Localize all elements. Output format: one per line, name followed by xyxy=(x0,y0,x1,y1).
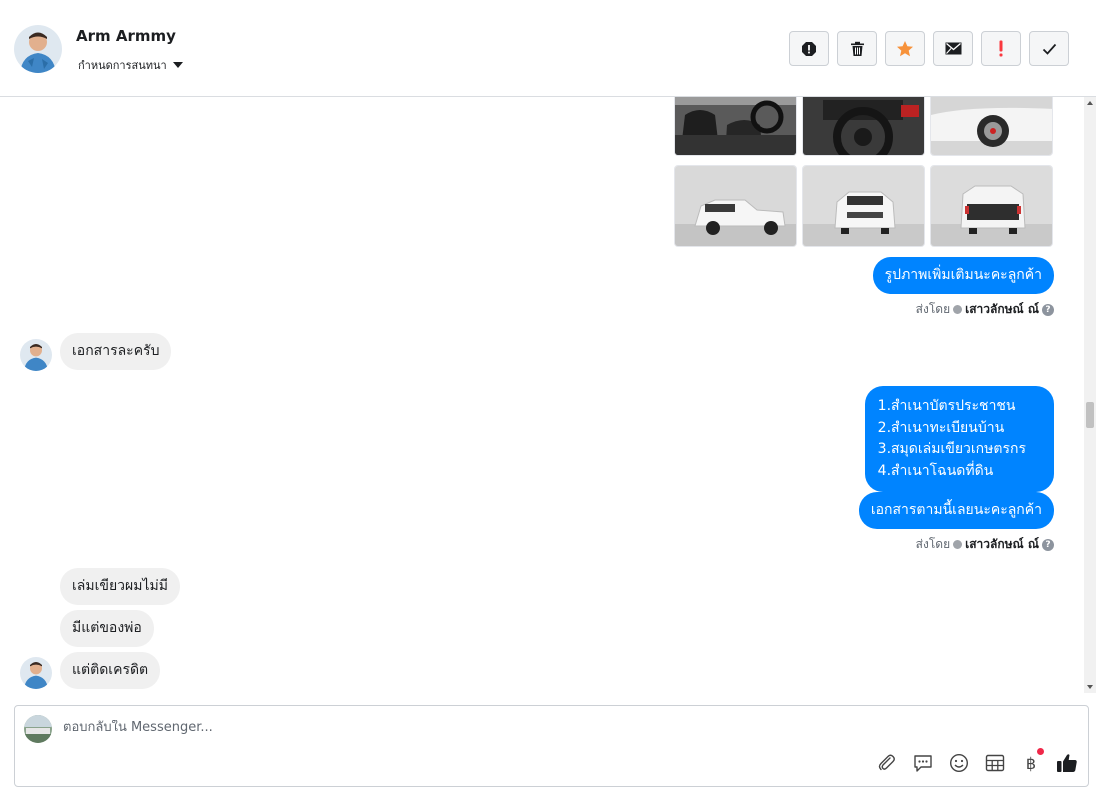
sent-by-info: ส่งโดย เสาวลักษณ์ ณ์ ? xyxy=(916,300,1054,319)
sent-by-label: ส่งโดย xyxy=(915,302,951,316)
star-button[interactable] xyxy=(885,31,925,66)
message-incoming[interactable]: เล่มเขียวผมไม่มี xyxy=(60,568,180,605)
check-icon xyxy=(1042,43,1056,55)
photo-interior-front-seats[interactable] xyxy=(674,97,797,156)
saved-reply-button[interactable] xyxy=(912,752,934,774)
star-icon xyxy=(897,40,913,56)
sent-by-agent[interactable]: เสาวลักษณ์ ณ์ xyxy=(965,300,1039,319)
help-icon[interactable]: ? xyxy=(1042,538,1054,551)
notification-dot xyxy=(1037,748,1044,755)
baht-icon: ฿ xyxy=(1025,753,1037,773)
contact-name[interactable]: Arm Armmy xyxy=(76,27,176,45)
message-outgoing-document-list[interactable]: 1.สำเนาบัตรประชาชน 2.สำเนาทะเบียนบ้าน 3.… xyxy=(864,386,1054,492)
reply-composer: ฿ xyxy=(14,705,1089,787)
header-actions xyxy=(789,31,1069,66)
verified-icon xyxy=(953,305,963,314)
contact-avatar[interactable] xyxy=(14,25,62,73)
payment-button[interactable]: ฿ xyxy=(1020,748,1044,774)
sent-by-agent[interactable]: เสาวลักษณ์ ณ์ xyxy=(965,535,1039,554)
photo-truck-rear[interactable] xyxy=(930,165,1053,247)
table-icon xyxy=(985,754,1005,772)
document-list-item: 3.สมุดเล่มเขียวเกษตรกร xyxy=(877,441,1026,457)
mail-icon xyxy=(945,42,961,55)
conversation-settings-dropdown[interactable]: กำหนดการสนทนา xyxy=(78,56,183,74)
paperclip-icon xyxy=(878,754,895,771)
trash-icon xyxy=(850,41,864,56)
message-incoming[interactable]: มีแต่ของพ่อ xyxy=(60,610,154,647)
document-list-item: 4.สำเนาโฉนดที่ดิน xyxy=(877,462,994,479)
thread-scrollbar[interactable] xyxy=(1084,97,1096,693)
photo-truck-front-angle[interactable] xyxy=(674,165,797,247)
scroll-thumb[interactable] xyxy=(1086,402,1094,428)
mark-unread-button[interactable] xyxy=(933,31,973,66)
report-icon xyxy=(802,41,816,56)
delete-button[interactable] xyxy=(837,31,877,66)
conversation-settings-label: กำหนดการสนทนา xyxy=(78,59,167,72)
contact-avatar-small[interactable] xyxy=(20,339,52,371)
page-avatar xyxy=(24,715,52,743)
sent-by-info: ส่งโดย เสาวลักษณ์ ณ์ ? xyxy=(916,535,1054,554)
reply-input[interactable] xyxy=(63,720,763,735)
scroll-down-arrow-icon[interactable] xyxy=(1087,685,1093,689)
message-thread[interactable]: รูปภาพเพิ่มเติมนะคะลูกค้า ส่งโดย เสาวลัก… xyxy=(0,97,1084,693)
caret-down-icon xyxy=(172,62,183,68)
message-outgoing[interactable]: เอกสารตามนี้เลยนะคะลูกค้า xyxy=(858,492,1054,529)
conversation-header: Arm Armmy กำหนดการสนทนา xyxy=(0,0,1096,97)
scroll-up-arrow-icon[interactable] xyxy=(1087,101,1093,105)
photo-car-side-wheel[interactable] xyxy=(930,97,1053,156)
message-incoming[interactable]: เอกสารละครับ xyxy=(60,333,172,370)
composer-tools: ฿ xyxy=(876,748,1078,774)
document-list-item: 2.สำเนาทะเบียนบ้าน xyxy=(877,419,1005,436)
photo-truck-front[interactable] xyxy=(802,165,925,247)
report-button[interactable] xyxy=(789,31,829,66)
emoji-button[interactable] xyxy=(948,752,970,774)
verified-icon xyxy=(953,540,963,549)
done-button[interactable] xyxy=(1029,31,1069,66)
message-outgoing[interactable]: รูปภาพเพิ่มเติมนะคะลูกค้า xyxy=(872,257,1054,294)
photo-interior-steering-wheel[interactable] xyxy=(802,97,925,156)
saved-reply-icon xyxy=(914,755,932,772)
priority-button[interactable] xyxy=(981,31,1021,66)
emoji-icon xyxy=(949,753,969,773)
table-button[interactable] xyxy=(984,752,1006,774)
sent-by-label: ส่งโดย xyxy=(915,537,951,551)
contact-avatar-small[interactable] xyxy=(20,657,52,689)
priority-icon xyxy=(999,40,1003,57)
like-button[interactable] xyxy=(1056,752,1078,774)
document-list-item: 1.สำเนาบัตรประชาชน xyxy=(877,398,1016,414)
attach-button[interactable] xyxy=(876,752,898,774)
like-icon xyxy=(1057,754,1077,772)
message-incoming[interactable]: แต่ติดเครดิต xyxy=(60,652,161,689)
help-icon[interactable]: ? xyxy=(1042,303,1054,316)
